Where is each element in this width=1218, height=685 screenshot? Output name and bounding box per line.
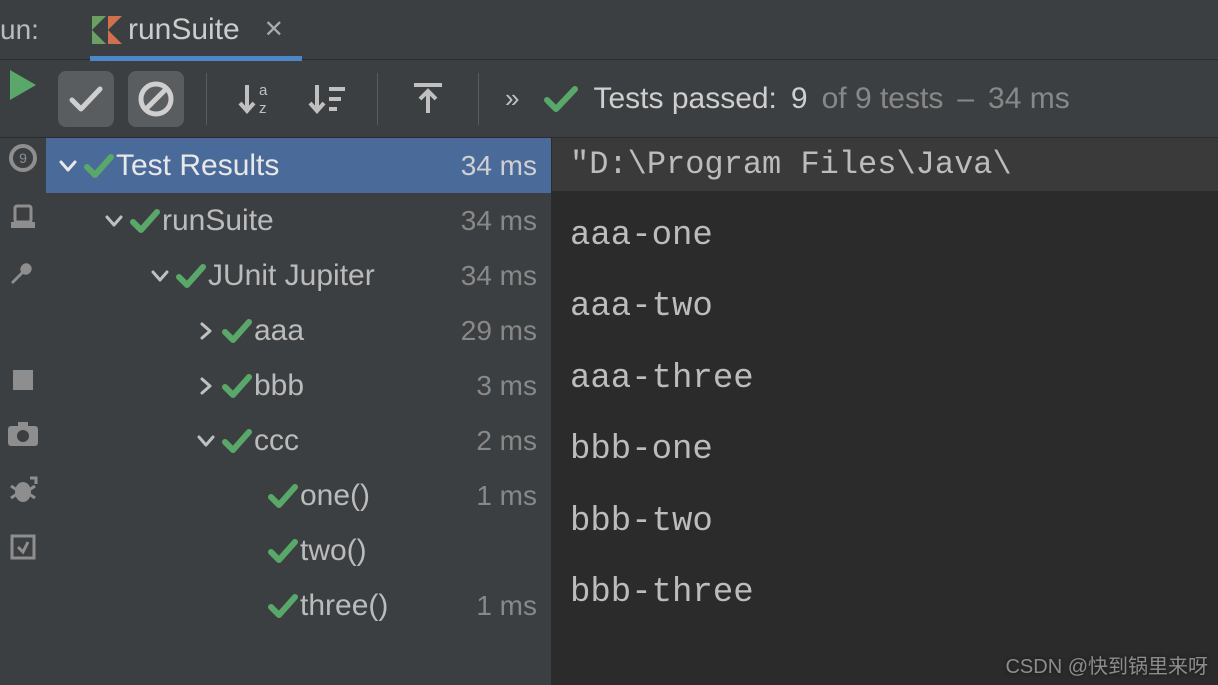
check-icon <box>543 85 579 113</box>
tab-name: runSuite <box>128 13 240 47</box>
tree-node-name: one() <box>300 479 476 513</box>
tree-node-time: 2 ms <box>476 425 537 457</box>
console-line: bbb-three <box>570 558 1200 629</box>
tree-row[interactable]: one()1 ms <box>46 468 551 523</box>
tree-row[interactable]: bbb3 ms <box>46 358 551 413</box>
svg-text:z: z <box>259 100 267 117</box>
tree-row[interactable]: aaa29 ms <box>46 303 551 358</box>
test-tree[interactable]: Test Results34 msrunSuite34 msJUnit Jupi… <box>46 138 552 685</box>
tree-node-time: 34 ms <box>461 260 537 292</box>
console-line: aaa-three <box>570 344 1200 415</box>
chevron-right-icon[interactable] <box>192 321 220 341</box>
status-prefix: Tests passed: <box>593 82 776 116</box>
svg-text:a: a <box>259 82 268 99</box>
test-toolbar-row: az » Tests passed: 9 of 9 tests – 34 ms <box>0 60 1218 138</box>
svg-text:9: 9 <box>19 150 27 166</box>
console-command: "D:\Program Files\Java\ <box>552 138 1218 191</box>
tree-node-time: 34 ms <box>461 150 537 182</box>
camera-icon[interactable] <box>8 422 38 446</box>
console-line: bbb-two <box>570 487 1200 558</box>
check-icon <box>128 209 162 233</box>
toolbar-divider <box>206 73 207 125</box>
bug-icon[interactable] <box>8 476 38 504</box>
tree-node-time: 34 ms <box>461 205 537 237</box>
status-passed-count: 9 <box>791 82 808 116</box>
sort-alpha-icon[interactable]: az <box>229 79 285 119</box>
toolbar-divider <box>478 73 479 125</box>
check-icon <box>220 374 254 398</box>
tree-node-name: bbb <box>254 369 476 403</box>
more-actions-icon[interactable]: » <box>505 83 519 114</box>
show-passed-button[interactable] <box>58 71 114 127</box>
tree-node-time: 1 ms <box>476 590 537 622</box>
play-icon[interactable] <box>10 70 36 100</box>
run-label: un: <box>0 14 60 46</box>
toolbar-divider <box>377 73 378 125</box>
console-line: aaa-two <box>570 272 1200 343</box>
chevron-down-icon[interactable] <box>192 431 220 451</box>
collapse-all-icon[interactable] <box>400 79 456 119</box>
tree-node-name: three() <box>300 589 476 623</box>
tree-node-time: 3 ms <box>476 370 537 402</box>
tree-node-name: aaa <box>254 314 461 348</box>
tree-node-name: two() <box>300 534 537 568</box>
sort-duration-icon[interactable] <box>299 79 355 119</box>
check-icon <box>174 264 208 288</box>
show-ignored-button[interactable] <box>128 71 184 127</box>
console-line: bbb-one <box>570 415 1200 486</box>
tree-row[interactable]: JUnit Jupiter34 ms <box>46 248 551 303</box>
check-icon <box>266 484 300 508</box>
chevron-down-icon[interactable] <box>54 156 82 176</box>
chevron-down-icon[interactable] <box>146 266 174 286</box>
run-config-tab[interactable]: runSuite ✕ <box>90 0 302 60</box>
status-time: 34 ms <box>988 82 1070 116</box>
tree-node-name: JUnit Jupiter <box>208 259 461 293</box>
console-line: aaa-one <box>570 201 1200 272</box>
status-dash: – <box>957 82 974 116</box>
tree-node-time: 1 ms <box>476 480 537 512</box>
tree-node-time: 29 ms <box>461 315 537 347</box>
tree-row[interactable]: two() <box>46 523 551 578</box>
tree-row[interactable]: Test Results34 ms <box>46 138 551 193</box>
test-toolbar: az » Tests passed: 9 of 9 tests – 34 ms <box>46 60 1218 137</box>
chevron-down-icon[interactable] <box>100 211 128 231</box>
close-icon[interactable]: ✕ <box>264 15 284 44</box>
coverage-icon[interactable]: 9 <box>9 144 37 172</box>
check-icon <box>266 539 300 563</box>
console-output: aaa-oneaaa-twoaaa-threebbb-onebbb-twobbb… <box>552 191 1218 639</box>
check-icon <box>220 319 254 343</box>
tree-node-name: ccc <box>254 424 476 458</box>
content-row: 9 Test Results34 msrunSuite34 msJUnit Ju… <box>0 138 1218 685</box>
tree-node-name: runSuite <box>162 204 461 238</box>
check-icon <box>82 154 116 178</box>
watermark: CSDN @快到锅里来呀 <box>1005 650 1208 679</box>
tree-row[interactable]: runSuite34 ms <box>46 193 551 248</box>
tree-row[interactable]: ccc2 ms <box>46 413 551 468</box>
tree-node-name: Test Results <box>116 149 461 183</box>
left-action-sidebar: 9 <box>0 138 46 685</box>
check-icon <box>266 594 300 618</box>
debug-attach-icon[interactable] <box>9 202 37 230</box>
chevron-right-icon[interactable] <box>192 376 220 396</box>
left-gutter-top <box>0 60 46 137</box>
export-icon[interactable] <box>10 534 36 560</box>
check-icon <box>220 429 254 453</box>
status-mid: of 9 tests <box>822 82 944 116</box>
run-tabbar: un: runSuite ✕ <box>0 0 1218 60</box>
wrench-icon[interactable] <box>9 260 37 288</box>
tree-row[interactable]: three()1 ms <box>46 578 551 633</box>
test-status: Tests passed: 9 of 9 tests – 34 ms <box>543 82 1069 116</box>
stop-icon[interactable] <box>11 368 35 392</box>
console-panel: "D:\Program Files\Java\ aaa-oneaaa-twoaa… <box>552 138 1218 685</box>
